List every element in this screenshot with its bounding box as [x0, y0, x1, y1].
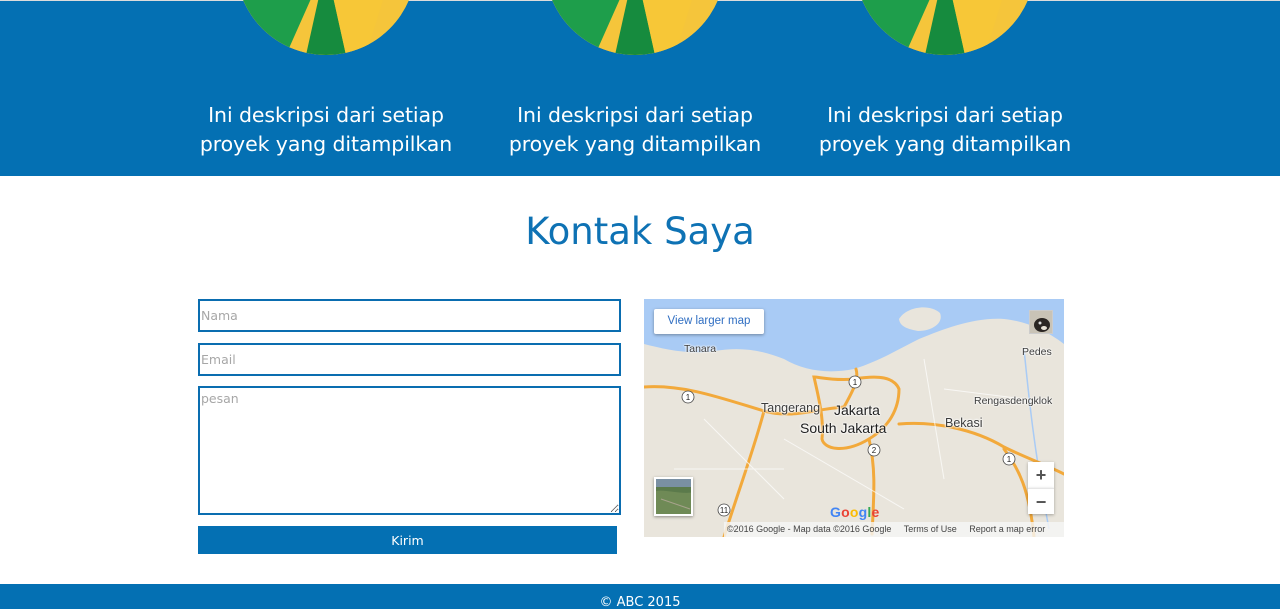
email-field[interactable]	[198, 343, 621, 376]
chrome-logo-icon	[236, 0, 416, 55]
zoom-out-button[interactable]: −	[1028, 488, 1054, 514]
project-description: Ini deskripsi dari setiap proyek yang di…	[818, 103, 1072, 156]
svg-text:1: 1	[1007, 455, 1012, 464]
satellite-toggle-button[interactable]	[654, 477, 693, 516]
google-logo: Google	[830, 504, 880, 520]
svg-text:2: 2	[872, 446, 877, 455]
map-embed[interactable]: 1 1 2 1 11 Tanara Pedes Tangerang Jakart…	[644, 299, 1064, 537]
projects-section: Ini deskripsi dari setiap proyek yang di…	[0, 0, 1280, 176]
project-card: Ini deskripsi dari setiap proyek yang di…	[176, 0, 476, 176]
view-larger-map-button[interactable]: View larger map	[654, 309, 764, 334]
svg-text:11: 11	[720, 506, 729, 515]
project-description: Ini deskripsi dari setiap proyek yang di…	[199, 103, 453, 156]
footer-copyright: © ABC 2015	[599, 595, 681, 610]
svg-text:1: 1	[853, 378, 858, 387]
avatar[interactable]	[1029, 310, 1053, 334]
map-canvas[interactable]: 1 1 2 1 11	[644, 299, 1064, 537]
project-description: Ini deskripsi dari setiap proyek yang di…	[508, 103, 762, 156]
contact-title: Kontak Saya	[525, 210, 755, 253]
terms-of-use-link[interactable]: Terms of Use	[904, 524, 957, 534]
name-field[interactable]	[198, 299, 621, 332]
svg-text:1: 1	[686, 393, 691, 402]
message-field[interactable]	[198, 386, 621, 515]
chrome-logo-icon	[855, 0, 1035, 55]
map-label-tangerang: Tangerang	[761, 401, 821, 415]
map-attribution-text: ©2016 Google - Map data ©2016 Google	[727, 524, 892, 534]
project-card: Ini deskripsi dari setiap proyek yang di…	[485, 0, 785, 176]
map-label-jakarta: Jakarta	[834, 402, 880, 418]
map-label-bekasi: Bekasi	[945, 416, 983, 430]
submit-button[interactable]: Kirim	[198, 526, 617, 554]
map-label-tanara: Tanara	[684, 343, 717, 355]
report-map-error-link[interactable]: Report a map error	[969, 524, 1045, 534]
map-label-rengasdengklok: Rengasdengklok	[974, 395, 1053, 407]
zoom-in-button[interactable]: +	[1028, 462, 1054, 488]
map-label-south-jakarta: South Jakarta	[800, 420, 887, 436]
footer: © ABC 2015	[0, 584, 1280, 610]
map-label-pedes: Pedes	[1022, 346, 1052, 358]
map-attribution-bar: ©2016 Google - Map data ©2016 Google Ter…	[724, 522, 1064, 537]
project-card: Ini deskripsi dari setiap proyek yang di…	[795, 0, 1095, 176]
chrome-logo-icon	[545, 0, 725, 55]
